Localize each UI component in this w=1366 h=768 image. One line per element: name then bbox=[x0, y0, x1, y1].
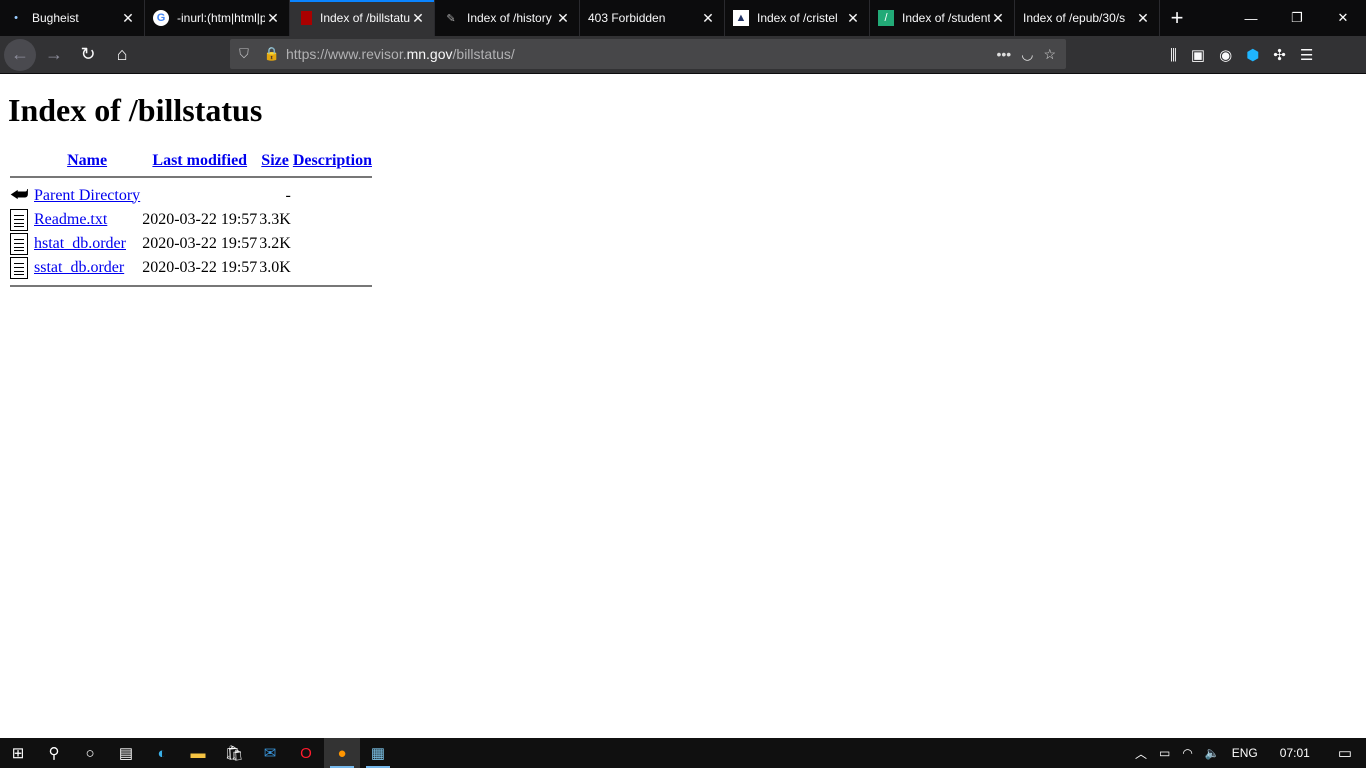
site-icon: / bbox=[878, 10, 894, 26]
task-view-icon[interactable]: ▤ bbox=[108, 738, 144, 768]
file-icon bbox=[10, 209, 28, 231]
file-link[interactable]: Readme.txt bbox=[34, 211, 107, 228]
menu-icon[interactable]: ☰ bbox=[1300, 46, 1313, 64]
sidebar-icon[interactable]: ▣ bbox=[1191, 46, 1205, 64]
page-actions-icon[interactable]: ••• bbox=[997, 46, 1012, 63]
language-indicator[interactable]: ENG bbox=[1232, 746, 1258, 760]
file-icon bbox=[10, 257, 28, 279]
extension-icon[interactable]: ⬢ bbox=[1246, 46, 1259, 64]
bookmark-star-icon[interactable]: ☆ bbox=[1043, 46, 1056, 63]
extensions-icon[interactable]: ✣ bbox=[1273, 46, 1286, 64]
url-text[interactable]: https://www.revisor.mn.gov/billstatus/ bbox=[286, 46, 515, 62]
close-window-button[interactable]: ✕ bbox=[1320, 0, 1366, 36]
close-tab-icon[interactable]: ✕ bbox=[265, 10, 281, 27]
close-tab-icon[interactable]: ✕ bbox=[1135, 10, 1151, 27]
parent-directory-link[interactable]: Parent Directory bbox=[34, 187, 140, 204]
wifi-icon[interactable]: ◠ bbox=[1182, 746, 1192, 760]
table-row: hstat_db.order 2020-03-22 19:57 3.2K bbox=[10, 233, 372, 255]
close-tab-icon[interactable]: ✕ bbox=[845, 10, 861, 27]
file-icon bbox=[10, 233, 28, 255]
notifications-icon[interactable]: ▭ bbox=[1338, 744, 1352, 762]
sort-name-link[interactable]: Name bbox=[67, 152, 107, 169]
lock-icon[interactable]: 🔒 bbox=[258, 46, 286, 62]
new-tab-button[interactable]: + bbox=[1160, 0, 1194, 36]
pocket-icon[interactable]: ◡ bbox=[1021, 46, 1033, 63]
mail-icon[interactable]: ✉ bbox=[252, 738, 288, 768]
store-icon[interactable]: 🛍 bbox=[216, 738, 252, 768]
close-tab-icon[interactable]: ✕ bbox=[990, 10, 1006, 27]
sort-modified-link[interactable]: Last modified bbox=[152, 152, 247, 169]
shield-icon[interactable]: ⛉ bbox=[230, 46, 258, 62]
search-icon[interactable]: ⚲ bbox=[36, 738, 72, 768]
tab-students[interactable]: / Index of /students ✕ bbox=[870, 0, 1015, 36]
notepad-icon[interactable]: ▦ bbox=[360, 738, 396, 768]
close-tab-icon[interactable]: ✕ bbox=[555, 10, 571, 27]
home-button[interactable]: ⌂ bbox=[106, 39, 138, 71]
tab-epub[interactable]: Index of /epub/30/s ✕ bbox=[1015, 0, 1160, 36]
minnesota-icon bbox=[301, 11, 312, 25]
restore-button[interactable]: ❐ bbox=[1274, 0, 1320, 36]
volume-icon[interactable]: 🔈 bbox=[1205, 746, 1220, 760]
directory-listing: Name Last modified Size Description ⮨ Pa… bbox=[8, 150, 374, 293]
tab-history[interactable]: ✎ Index of /history ✕ bbox=[435, 0, 580, 36]
file-explorer-icon[interactable]: ▬ bbox=[180, 738, 216, 768]
reload-button[interactable]: ↻ bbox=[72, 39, 104, 71]
battery-icon[interactable]: ▭ bbox=[1159, 746, 1170, 760]
navigation-toolbar: ← → ↻ ⌂ ⛉ 🔒 https://www.revisor.mn.gov/b… bbox=[0, 36, 1366, 74]
site-icon: ▲ bbox=[733, 10, 749, 26]
close-tab-icon[interactable]: ✕ bbox=[700, 10, 716, 27]
windows-start-icon[interactable]: ⊞ bbox=[0, 738, 36, 768]
opera-icon[interactable]: O bbox=[288, 738, 324, 768]
cortana-icon[interactable]: ○ bbox=[72, 738, 108, 768]
tab-google[interactable]: G-inurl:(htm|html|php)✕ bbox=[145, 0, 290, 36]
url-bar[interactable]: ⛉ 🔒 https://www.revisor.mn.gov/billstatu… bbox=[230, 39, 1066, 69]
divider bbox=[10, 176, 372, 178]
file-link[interactable]: sstat_db.order bbox=[34, 259, 124, 276]
table-row: sstat_db.order 2020-03-22 19:57 3.0K bbox=[10, 257, 372, 279]
firefox-icon[interactable]: ● bbox=[324, 738, 360, 768]
taskbar: ⊞ ⚲ ○ ▤ ◐ ▬ 🛍 ✉ O ● ▦ ︿ ▭ ◠ 🔈 ENG 07:01 … bbox=[0, 738, 1366, 768]
table-row: Readme.txt 2020-03-22 19:57 3.3K bbox=[10, 209, 372, 231]
chevron-up-icon[interactable]: ︿ bbox=[1135, 745, 1147, 762]
minimize-button[interactable]: — bbox=[1228, 0, 1274, 36]
close-tab-icon[interactable]: ✕ bbox=[410, 10, 426, 27]
back-button[interactable]: ← bbox=[4, 38, 36, 71]
page-title: Index of /billstatus bbox=[8, 92, 263, 128]
forward-button[interactable]: → bbox=[38, 39, 70, 71]
tab-cristel[interactable]: ▲ Index of /cristel ✕ bbox=[725, 0, 870, 36]
tab-billstatus[interactable]: Index of /billstatus/✕ bbox=[290, 0, 435, 36]
account-icon[interactable]: ◉ bbox=[1219, 46, 1232, 64]
google-icon: G bbox=[153, 10, 169, 26]
clock[interactable]: 07:01 bbox=[1280, 746, 1310, 760]
file-link[interactable]: hstat_db.order bbox=[34, 235, 126, 252]
sort-description-link[interactable]: Description bbox=[293, 152, 372, 169]
back-arrow-icon: ⮨ bbox=[10, 184, 29, 206]
edge-icon[interactable]: ◐ bbox=[144, 738, 180, 768]
table-row: ⮨ Parent Directory - bbox=[10, 184, 291, 206]
tab-strip: •Bugheist✕ G-inurl:(htm|html|php)✕ Index… bbox=[0, 0, 1366, 36]
feather-icon: ✎ bbox=[446, 12, 456, 25]
page-content: Index of /billstatus Name Last modified … bbox=[0, 74, 1366, 738]
close-tab-icon[interactable]: ✕ bbox=[120, 10, 136, 27]
divider bbox=[10, 285, 372, 287]
library-icon[interactable]: ⫼ bbox=[1170, 47, 1177, 64]
tab-forbidden[interactable]: 403 Forbidden ✕ bbox=[580, 0, 725, 36]
tab-bugheist[interactable]: • Bugheist ✕ bbox=[0, 0, 145, 36]
dot-icon: • bbox=[14, 12, 18, 24]
sort-size-link[interactable]: Size bbox=[261, 152, 289, 169]
